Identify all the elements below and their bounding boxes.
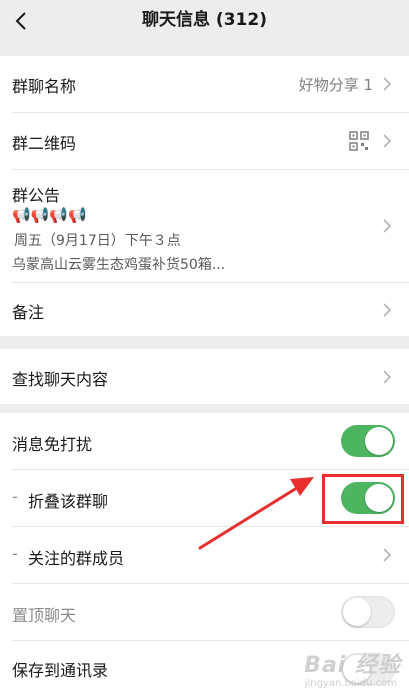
qr-code-row[interactable]: 群二维码 <box>0 113 409 169</box>
fold-label: 折叠该群聊 <box>28 492 109 511</box>
group-name-row[interactable]: 群聊名称 好物分享 1 <box>0 56 409 112</box>
mute-toggle[interactable] <box>341 425 395 457</box>
followed-members-prefix: - <box>12 544 18 563</box>
search-history-label: 查找聊天内容 <box>12 370 109 389</box>
followed-members-label: 关注的群成员 <box>28 549 125 568</box>
remark-label: 备注 <box>12 303 45 322</box>
remark-row[interactable]: 备注 <box>0 283 409 336</box>
qr-code-icon <box>349 131 369 151</box>
search-section: 查找聊天内容 <box>0 349 409 404</box>
announcement-line-1: 周五（9月17日）下午３点 <box>14 233 181 249</box>
header-bar: 聊天信息 (312) <box>0 0 409 42</box>
chevron-right-icon <box>383 548 392 562</box>
watermark-logo: Bai 经验 <box>304 653 401 678</box>
pin-row: 置顶聊天 <box>0 584 409 640</box>
chevron-right-icon <box>383 134 392 148</box>
group-info-section: 群聊名称 好物分享 1 群二维码 群公告 📢📢📢📢 周五（9月17日）下午３点 … <box>0 56 409 336</box>
announcement-row[interactable]: 群公告 📢📢📢📢 周五（9月17日）下午３点 乌蒙高山云雾生态鸡蛋补货50箱..… <box>0 170 409 282</box>
watermark-url: jingyan.baidu.com <box>304 678 397 689</box>
page-title: 聊天信息 (312) <box>142 10 267 30</box>
search-history-row[interactable]: 查找聊天内容 <box>0 349 409 404</box>
pin-toggle[interactable] <box>341 596 395 628</box>
save-contacts-label: 保存到通讯录 <box>12 661 109 680</box>
group-name-label: 群聊名称 <box>12 77 77 96</box>
mute-row: 消息免打扰 <box>0 413 409 469</box>
pin-label: 置顶聊天 <box>12 606 77 625</box>
mute-label: 消息免打扰 <box>12 435 93 454</box>
chevron-right-icon <box>383 303 392 317</box>
qr-code-label: 群二维码 <box>12 134 77 153</box>
chevron-right-icon <box>383 77 392 91</box>
announcement-label: 群公告 <box>12 186 61 205</box>
announcement-line-2: 乌蒙高山云雾生态鸡蛋补货50箱... <box>12 257 226 273</box>
annotation-highlight-box <box>322 474 404 524</box>
fold-prefix: - <box>12 487 18 506</box>
group-name-value: 好物分享 1 <box>298 76 373 94</box>
chevron-right-icon <box>383 370 392 384</box>
chevron-right-icon <box>383 219 392 233</box>
announcement-emoji: 📢📢📢📢 <box>12 206 87 224</box>
followed-members-row[interactable]: - 关注的群成员 <box>0 527 409 583</box>
